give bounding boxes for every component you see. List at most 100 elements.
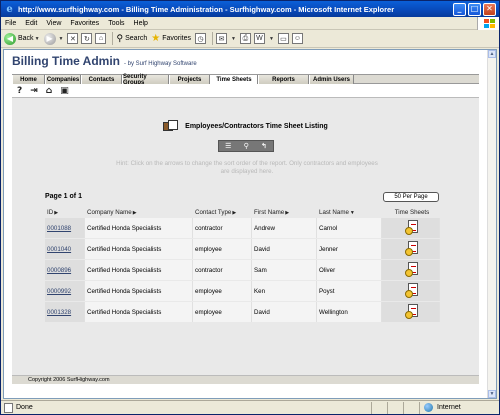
row-last-name: Poyst bbox=[317, 281, 382, 301]
tab-contacts[interactable]: Contacts bbox=[81, 75, 122, 84]
menu-file[interactable]: File bbox=[5, 20, 16, 27]
copyright-text: Copyright 2006 SurfHighway.com bbox=[28, 377, 110, 383]
list-view-icon[interactable]: ☰ bbox=[225, 142, 231, 150]
browser-window: e http://www.surfhighway.com - Billing T… bbox=[0, 0, 500, 415]
col-company-header[interactable]: Company Name▶ bbox=[85, 207, 193, 217]
back-button[interactable]: ◀ Back ▼ bbox=[4, 32, 40, 45]
logout-icon[interactable]: ⇥ bbox=[30, 86, 38, 96]
table-row: 0000992 Certified Honda Specialists empl… bbox=[45, 281, 440, 301]
book-icon bbox=[163, 120, 179, 132]
row-id-link[interactable]: 0001328 bbox=[45, 302, 85, 322]
row-id-link[interactable]: 0000992 bbox=[45, 281, 85, 301]
timesheet-icon[interactable] bbox=[404, 283, 419, 299]
col-contact-type-header[interactable]: Contact Type▶ bbox=[193, 207, 252, 217]
mail-button[interactable]: ✉ ▼ bbox=[216, 33, 236, 44]
per-page-button[interactable]: 50 Per Page bbox=[383, 192, 439, 202]
tab-security-groups[interactable]: Security Groups bbox=[122, 74, 169, 86]
sort-arrow-icon[interactable]: ▶ bbox=[285, 210, 289, 216]
vertical-scrollbar[interactable]: ▲ ▼ bbox=[487, 50, 496, 398]
forward-arrow-icon: ▶ bbox=[43, 32, 56, 45]
sort-down-arrow-icon[interactable]: ▼ bbox=[350, 210, 355, 216]
app-header: Billing Time Admin - by Surf Highway Sof… bbox=[12, 54, 197, 68]
row-contact-type: contractor bbox=[193, 218, 252, 238]
home-icon[interactable]: ⌂ bbox=[95, 33, 107, 44]
row-id-link[interactable]: 0001088 bbox=[45, 218, 85, 238]
timesheet-icon[interactable] bbox=[404, 220, 419, 236]
menu-help[interactable]: Help bbox=[134, 20, 148, 27]
back-label: Back bbox=[18, 35, 34, 42]
row-id-link[interactable]: 0001040 bbox=[45, 239, 85, 259]
close-button[interactable]: ✕ bbox=[483, 2, 496, 16]
home-icon[interactable]: ⌂ bbox=[46, 86, 52, 96]
tab-home[interactable]: Home bbox=[12, 75, 45, 84]
col-id-header[interactable]: ID▶ bbox=[45, 207, 85, 217]
menu-bar: File Edit View Favorites Tools Help bbox=[1, 17, 499, 30]
status-bar: Done Internet bbox=[1, 400, 499, 414]
row-time-sheets-cell bbox=[382, 281, 440, 301]
forward-dropdown-icon[interactable]: ▼ bbox=[59, 36, 64, 42]
sort-arrow-icon[interactable]: ▶ bbox=[232, 210, 236, 216]
page-viewport: Billing Time Admin - by Surf Highway Sof… bbox=[3, 49, 497, 399]
print-icon[interactable]: ▣ bbox=[60, 86, 69, 96]
timesheet-icon[interactable] bbox=[404, 304, 419, 320]
sort-arrow-icon[interactable]: ▶ bbox=[54, 210, 58, 216]
col-first-name-header[interactable]: First Name▶ bbox=[252, 207, 317, 217]
timesheet-icon[interactable] bbox=[404, 241, 419, 257]
menu-tools[interactable]: Tools bbox=[108, 20, 124, 27]
tab-companies[interactable]: Companies bbox=[45, 75, 81, 84]
col-contact-type-label: Contact Type bbox=[195, 208, 232, 216]
zone-label: Internet bbox=[437, 404, 461, 411]
mail-dropdown-icon[interactable]: ▼ bbox=[231, 36, 236, 42]
forward-button[interactable]: ▶ ▼ bbox=[43, 32, 64, 45]
globe-icon bbox=[424, 403, 433, 412]
scroll-down-icon[interactable]: ▼ bbox=[488, 390, 496, 398]
scroll-up-icon[interactable]: ▲ bbox=[488, 50, 496, 58]
maximize-button[interactable]: □ bbox=[468, 2, 481, 16]
row-first-name: David bbox=[252, 302, 317, 322]
stop-icon[interactable]: ✕ bbox=[67, 33, 79, 44]
edit-dropdown-icon[interactable]: ▼ bbox=[269, 36, 274, 42]
edit-button[interactable]: W ▼ bbox=[253, 33, 274, 44]
row-company: Certified Honda Specialists bbox=[85, 239, 193, 259]
tab-time-sheets[interactable]: Time Sheets bbox=[210, 75, 258, 84]
search-icon: ⚲ bbox=[116, 33, 124, 43]
back-arrow-icon: ◀ bbox=[4, 32, 16, 45]
history-icon[interactable]: ◷ bbox=[195, 33, 207, 44]
tab-reports[interactable]: Reports bbox=[258, 75, 309, 84]
menu-favorites[interactable]: Favorites bbox=[70, 20, 99, 27]
back-dropdown-icon[interactable]: ▼ bbox=[35, 36, 40, 42]
refresh-icon[interactable]: ↻ bbox=[81, 33, 93, 44]
timesheet-icon[interactable] bbox=[404, 262, 419, 278]
row-company: Certified Honda Specialists bbox=[85, 302, 193, 322]
edit-page-icon: W bbox=[253, 33, 265, 44]
menu-view[interactable]: View bbox=[46, 20, 61, 27]
row-time-sheets-cell bbox=[382, 260, 440, 280]
status-cell bbox=[403, 401, 419, 414]
timesheet-table: ID▶ Company Name▶ Contact Type▶ First Na… bbox=[45, 206, 440, 323]
col-last-name-header[interactable]: Last Name▼ bbox=[317, 207, 382, 217]
up-level-icon[interactable]: ↰ bbox=[261, 142, 267, 150]
row-id-link[interactable]: 0000896 bbox=[45, 260, 85, 280]
status-cell bbox=[371, 401, 387, 414]
app-icon-bar: ? ⇥ ⌂ ▣ bbox=[12, 84, 479, 98]
title-bar[interactable]: e http://www.surfhighway.com - Billing T… bbox=[1, 1, 499, 17]
search-button[interactable]: ⚲ Search bbox=[116, 33, 147, 44]
discuss-icon[interactable]: ▭ bbox=[277, 33, 289, 44]
tab-projects[interactable]: Projects bbox=[169, 75, 210, 84]
mail-icon: ✉ bbox=[216, 33, 228, 44]
col-first-name-label: First Name bbox=[254, 208, 285, 216]
messenger-icon[interactable]: ☺ bbox=[291, 33, 303, 44]
row-last-name: Wellington bbox=[317, 302, 382, 322]
tab-admin-users[interactable]: Admin Users bbox=[309, 75, 354, 84]
row-time-sheets-cell bbox=[382, 218, 440, 238]
minimize-button[interactable]: _ bbox=[453, 2, 466, 16]
windows-flag-icon bbox=[477, 17, 499, 30]
favorites-button[interactable]: ★ Favorites bbox=[151, 33, 191, 44]
search-icon[interactable]: ⚲ bbox=[244, 142, 249, 150]
window-title: http://www.surfhighway.com - Billing Tim… bbox=[18, 4, 395, 14]
help-icon[interactable]: ? bbox=[17, 86, 22, 96]
table-row: 0001040 Certified Honda Specialists empl… bbox=[45, 239, 440, 259]
print-icon[interactable]: ⎙ bbox=[239, 33, 251, 44]
sort-arrow-icon[interactable]: ▶ bbox=[133, 210, 137, 216]
menu-edit[interactable]: Edit bbox=[25, 20, 37, 27]
